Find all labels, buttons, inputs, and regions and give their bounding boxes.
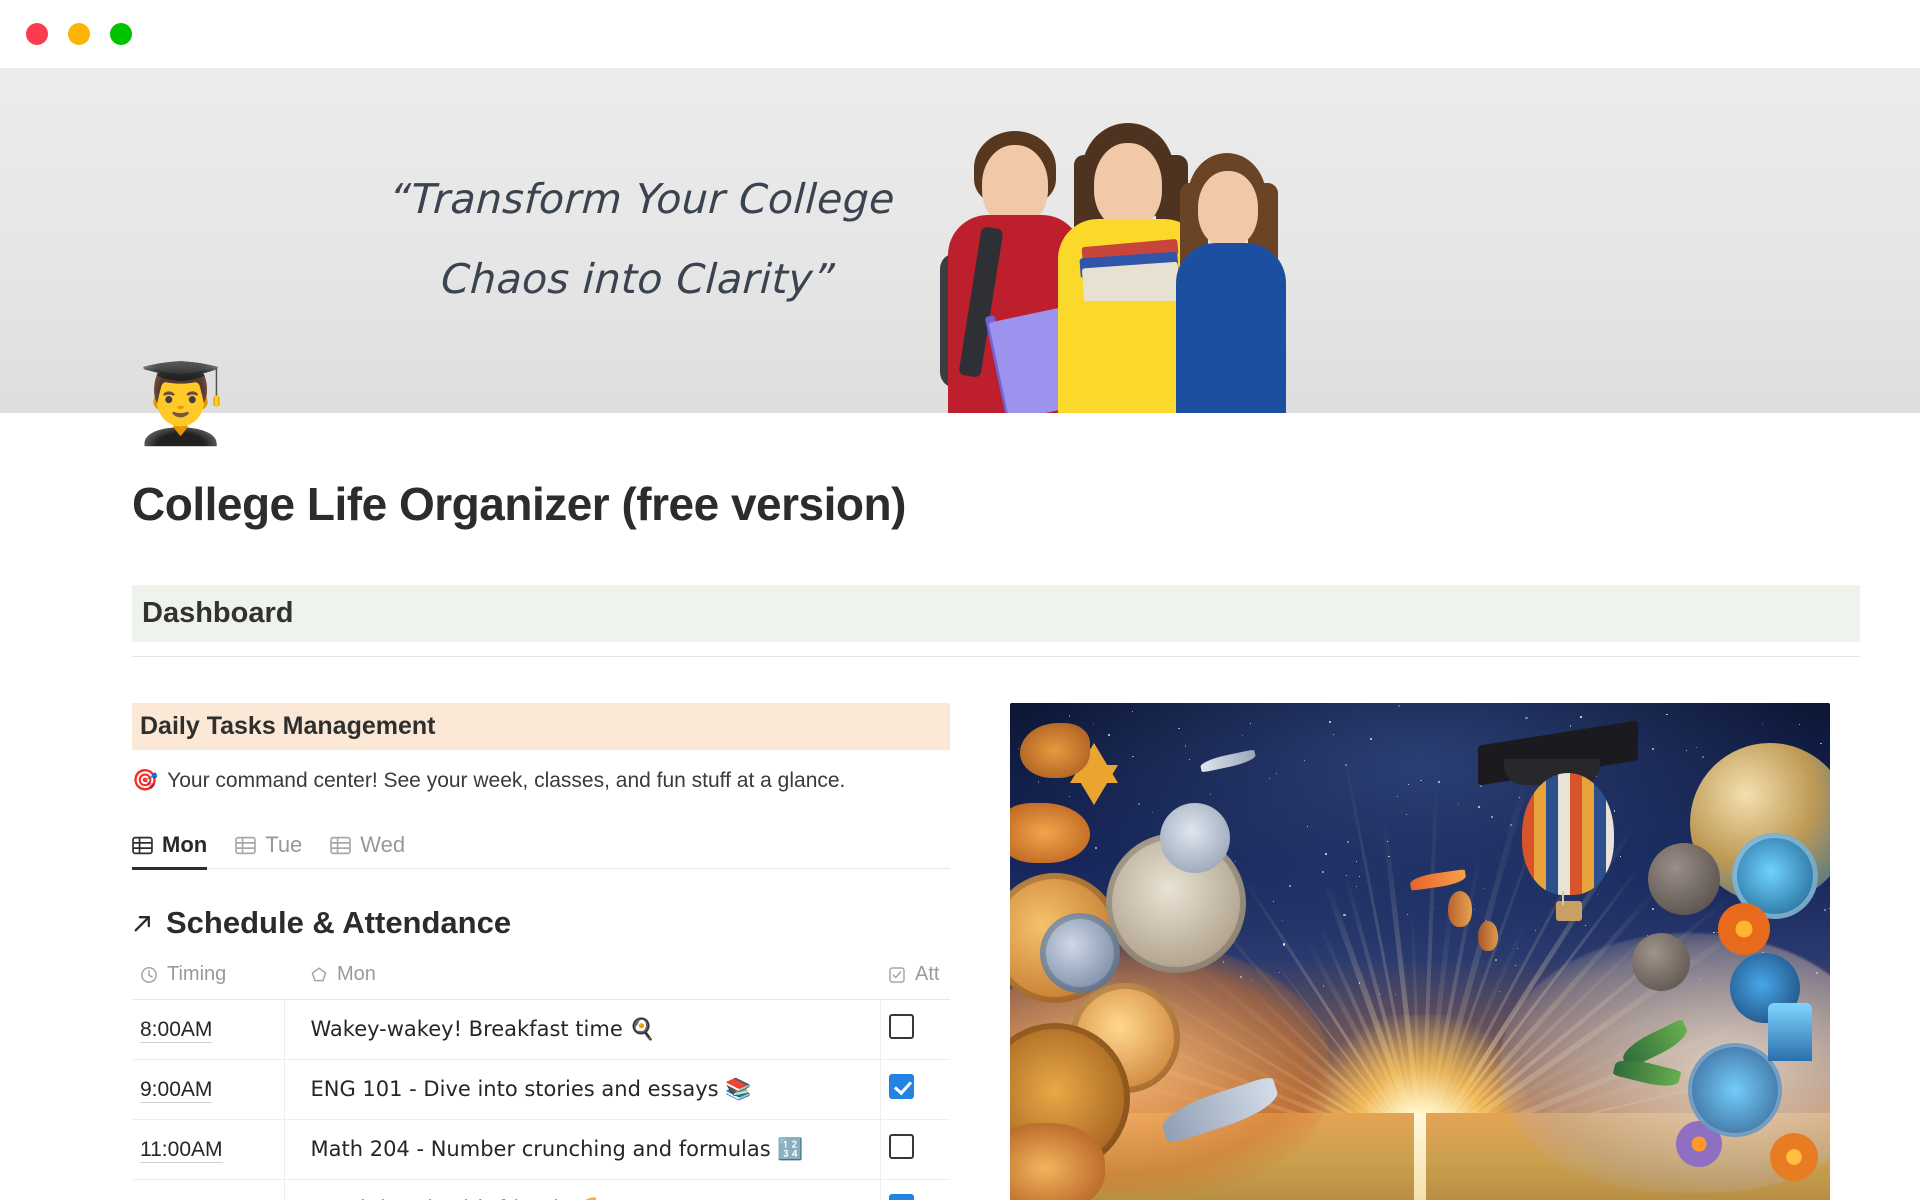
cover-quote-line-2: Chaos into Clarity” xyxy=(326,240,950,320)
tab-tue-label: Tue xyxy=(265,832,302,858)
schedule-table: Timing Mon Att 8:00AM Wakey-wakey! Break… xyxy=(132,963,950,1200)
schedule-heading-label: Schedule & Attendance xyxy=(166,905,511,941)
column-header-mon-label: Mon xyxy=(337,963,376,986)
table-row[interactable]: 11:00AM Math 204 - Number crunching and … xyxy=(132,1120,950,1180)
row-time[interactable]: 11:00AM xyxy=(140,1138,223,1163)
small-balloon xyxy=(1478,921,1498,951)
row-time[interactable]: 9:00AM xyxy=(140,1078,212,1103)
row-task[interactable]: Math 204 - Number crunching and formulas… xyxy=(284,1120,880,1180)
graduate-emoji[interactable]: 👨‍🎓 xyxy=(132,365,1860,443)
table-row[interactable]: 12:00PM Lunch break with friends 🍕 xyxy=(132,1180,950,1200)
column-header-mon[interactable]: Mon xyxy=(284,963,880,1000)
daily-tasks-heading: Daily Tasks Management xyxy=(132,703,950,750)
dashboard-heading: Dashboard xyxy=(132,585,1860,642)
table-grid-icon xyxy=(235,836,256,855)
row-task[interactable]: Wakey-wakey! Breakfast time 🍳 xyxy=(284,1000,880,1060)
minimize-button[interactable] xyxy=(68,23,90,45)
attendance-checkbox[interactable] xyxy=(889,1014,914,1039)
tab-wed-label: Wed xyxy=(360,832,405,858)
page-content: 👨‍🎓 College Life Organizer (free version… xyxy=(0,365,1920,1200)
clock-icon xyxy=(140,966,158,984)
page-cover-banner[interactable]: “Transform Your College Chaos into Clari… xyxy=(0,68,1920,413)
table-row[interactable]: 8:00AM Wakey-wakey! Breakfast time 🍳 xyxy=(132,1000,950,1060)
column-header-att-label: Att xyxy=(915,963,939,986)
day-tabs: Mon Tue Wed xyxy=(132,823,950,869)
tab-mon-label: Mon xyxy=(162,832,207,858)
dashboard-divider xyxy=(132,656,1860,657)
row-time[interactable]: 8:00AM xyxy=(140,1018,212,1043)
column-header-att[interactable]: Att xyxy=(880,963,950,1000)
cool-collage xyxy=(1580,703,1830,1200)
column-header-timing-label: Timing xyxy=(167,963,226,986)
cover-quote-line-1: “Transform Your College xyxy=(330,160,954,240)
attendance-checkbox[interactable] xyxy=(889,1074,914,1099)
table-row[interactable]: 9:00AM ENG 101 - Dive into stories and e… xyxy=(132,1060,950,1120)
tag-icon xyxy=(310,966,328,984)
tab-mon[interactable]: Mon xyxy=(132,832,207,870)
table-grid-icon xyxy=(330,836,351,855)
maximize-button[interactable] xyxy=(110,23,132,45)
schedule-heading: Schedule & Attendance xyxy=(132,905,950,941)
target-emoji: 🎯 xyxy=(132,768,158,793)
daily-tasks-blurb-text: Your command center! See your week, clas… xyxy=(167,769,845,793)
checkbox-icon xyxy=(888,966,906,984)
attendance-checkbox[interactable] xyxy=(889,1134,914,1159)
college-dreams-artwork[interactable] xyxy=(1010,703,1830,1200)
daily-tasks-column: Daily Tasks Management 🎯 Your command ce… xyxy=(132,703,950,1200)
window-title-bar xyxy=(0,0,1920,68)
column-header-timing[interactable]: Timing xyxy=(132,963,284,1000)
attendance-checkbox[interactable] xyxy=(889,1194,914,1200)
small-balloon xyxy=(1448,891,1472,927)
dashboard-columns: Daily Tasks Management 🎯 Your command ce… xyxy=(132,703,1860,1200)
row-task[interactable]: ENG 101 - Dive into stories and essays 📚 xyxy=(284,1060,880,1120)
page-title: College Life Organizer (free version) xyxy=(132,477,1860,531)
close-button[interactable] xyxy=(26,23,48,45)
warm-collage xyxy=(1010,703,1260,1200)
tab-wed[interactable]: Wed xyxy=(330,832,405,870)
row-task[interactable]: Lunch break with friends 🍕 xyxy=(284,1180,880,1200)
cover-quote: “Transform Your College Chaos into Clari… xyxy=(326,160,954,320)
tab-tue[interactable]: Tue xyxy=(235,832,302,870)
daily-tasks-blurb: 🎯 Your command center! See your week, cl… xyxy=(132,768,950,793)
table-header-row: Timing Mon Att xyxy=(132,963,950,1000)
arrow-up-right-icon xyxy=(132,913,153,934)
illustration-column xyxy=(1010,703,1860,1200)
table-grid-icon xyxy=(132,836,153,855)
